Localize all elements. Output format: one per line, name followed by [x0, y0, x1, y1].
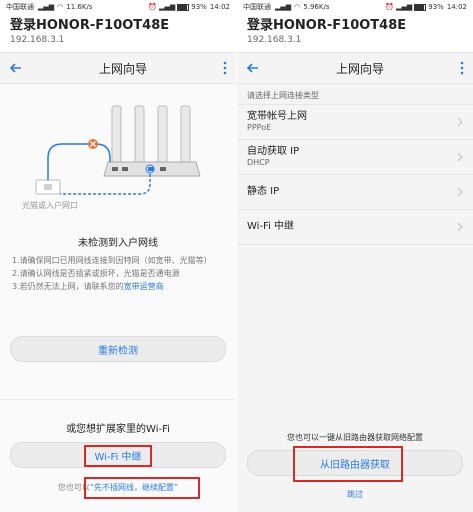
option-label: 宽带帐号上网	[247, 111, 307, 122]
net-speed: 5.96K/s	[303, 3, 330, 11]
signal-icon: ▂▄▆	[38, 3, 55, 11]
app-header: 登录HONOR-F10OT48E 192.168.3.1	[237, 14, 473, 53]
option-label: 静态 IP	[247, 186, 280, 197]
carrier-label: 中国联通	[243, 3, 271, 11]
clock: 14:02	[209, 3, 230, 11]
main-content: 光猫或入户网口 未检测到入户网线 1.请确保网口已用网线连接到因特网（如宽带、光…	[0, 84, 236, 436]
redetect-label: 重新检测	[98, 345, 138, 357]
battery-icon	[177, 3, 190, 11]
tip-3: 3.若仍然无法上网，请联系您的宽带运营商	[12, 282, 164, 291]
status-bar: 中国联通 ▂▄▆ ◠ 11.6K/s ⏰ ▂▄▆ 93% 14:02	[0, 0, 236, 14]
page-title: 登录HONOR-F10OT48E	[10, 18, 170, 33]
battery-percent: 93%	[191, 3, 207, 11]
status-bar: 中国联通 ▂▄▆ ◠ 5.96K/s ⏰ ▂▄▆ 93% 14:02	[237, 0, 473, 14]
expand-question: 或您想扩展家里的Wi-Fi	[66, 424, 170, 435]
tip-2: 2.请确认网线是否插紧或损坏，光猫是否通电源	[12, 269, 180, 278]
troubleshoot-tips: 1.请确保网口已用网线连接到因特网（如宽带、光猫等） 2.请确认网线是否插紧或损…	[12, 254, 226, 293]
highlight-box	[293, 446, 403, 482]
highlight-box	[84, 477, 200, 499]
router-illustration	[35, 105, 201, 195]
back-arrow-icon[interactable]	[8, 60, 24, 76]
error-title: 未检测到入户网线	[78, 238, 158, 249]
option-label: 自动获取 IP	[247, 146, 300, 157]
nav-bar: 上网向导	[237, 53, 473, 84]
modem-label: 光猫或入户网口	[22, 201, 78, 210]
battery-percent: 93%	[428, 3, 444, 11]
router-ip: 192.168.3.1	[10, 35, 65, 45]
back-arrow-icon[interactable]	[245, 60, 261, 76]
isp-link[interactable]: 宽带运营商	[124, 282, 164, 291]
page-title: 登录HONOR-F10OT48E	[247, 18, 407, 33]
option-dhcp[interactable]: 自动获取 IP DHCP	[237, 140, 473, 175]
nav-title: 上网向导	[335, 61, 384, 76]
carrier-label: 中国联通	[6, 3, 34, 11]
skip-link[interactable]: 跳过	[237, 489, 473, 500]
option-sublabel: PPPoE	[247, 123, 272, 132]
connection-type-list: 宽带帐号上网 PPPoE 自动获取 IP DHCP 静态 IP Wi-Fi 中继	[237, 105, 473, 245]
alarm-icon: ⏰	[148, 3, 158, 11]
signal-icon: ▂▄▆	[275, 3, 292, 11]
wifi-icon: ◠	[57, 3, 64, 11]
more-menu-icon[interactable]	[222, 61, 228, 75]
highlight-box	[84, 445, 152, 467]
section-header: 请选择上网连接类型	[237, 84, 473, 105]
net-speed: 11.6K/s	[66, 3, 93, 11]
wifi-icon: ◠	[294, 3, 301, 11]
option-pppoe[interactable]: 宽带帐号上网 PPPoE	[237, 105, 473, 140]
network-cable-icon	[47, 143, 111, 180]
battery-icon	[414, 3, 427, 11]
clock: 14:02	[446, 3, 467, 11]
option-label: Wi-Fi 中继	[247, 221, 295, 232]
nav-bar: 上网向导	[0, 53, 236, 84]
app-header: 登录HONOR-F10OT48E 192.168.3.1	[0, 14, 236, 53]
option-wifi-relay[interactable]: Wi-Fi 中继	[237, 210, 473, 245]
left-screen: 中国联通 ▂▄▆ ◠ 11.6K/s ⏰ ▂▄▆ 93% 14:02 登录HON…	[0, 0, 236, 512]
router-antennas-icon	[111, 105, 191, 165]
signal-icon: ▂▄▆	[159, 3, 176, 11]
chevron-right-icon	[457, 152, 463, 162]
oneclick-hint: 您也可以一键从旧路由器获取网络配置	[287, 433, 423, 442]
more-menu-icon[interactable]	[459, 61, 465, 75]
tip-1: 1.请确保网口已用网线连接到因特网（如宽带、光猫等）	[12, 256, 212, 265]
right-screen: 中国联通 ▂▄▆ ◠ 5.96K/s ⏰ ▂▄▆ 93% 14:02 登录HON…	[237, 0, 473, 512]
chevron-right-icon	[457, 222, 463, 232]
option-sublabel: DHCP	[247, 158, 270, 167]
alarm-icon: ⏰	[385, 3, 395, 11]
redetect-button[interactable]: 重新检测	[10, 336, 226, 362]
signal-icon: ▂▄▆	[396, 3, 413, 11]
router-ip: 192.168.3.1	[247, 35, 302, 45]
old-router-section: 您也可以一键从旧路由器获取网络配置 从旧路由器获取 跳过	[237, 270, 473, 512]
nav-title: 上网向导	[98, 61, 147, 76]
chevron-right-icon	[457, 117, 463, 127]
wifi-extend-section: 或您想扩展家里的Wi-Fi Wi-Fi 中继 您也可以“先不插网线，继续配置”	[0, 399, 236, 512]
option-static-ip[interactable]: 静态 IP	[237, 175, 473, 210]
chevron-right-icon	[457, 187, 463, 197]
